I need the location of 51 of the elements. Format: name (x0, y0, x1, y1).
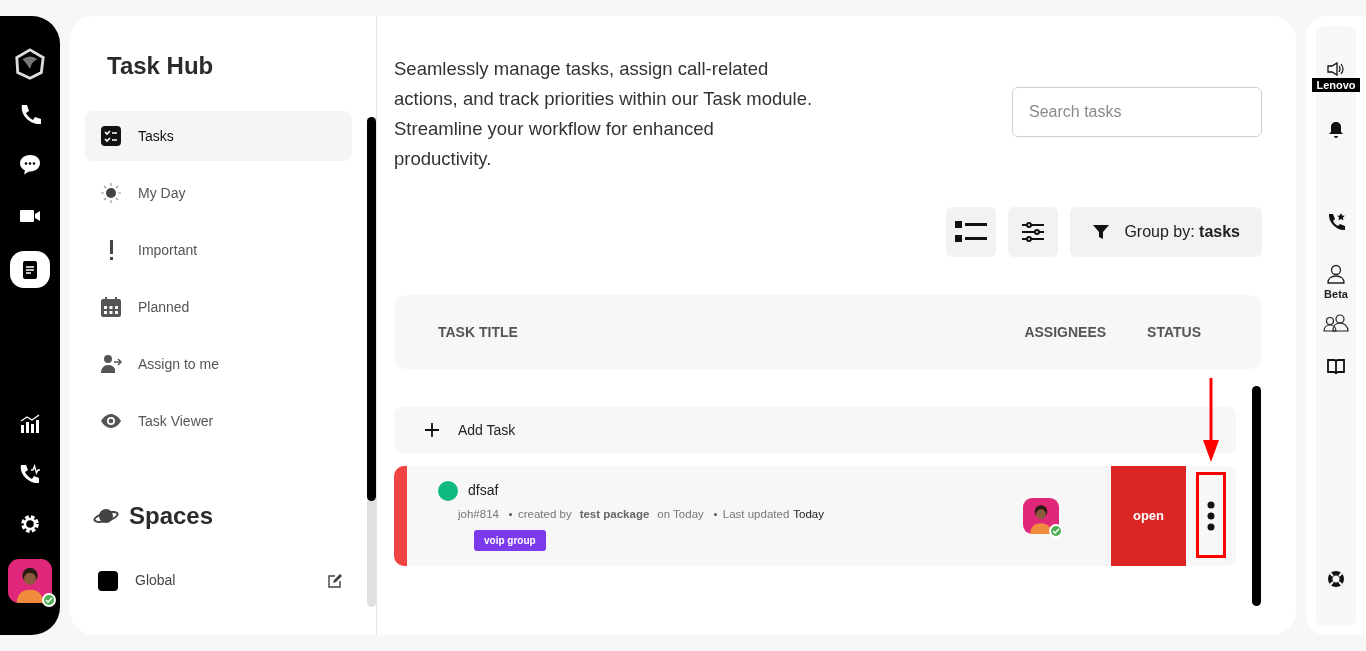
edit-icon[interactable] (328, 573, 342, 588)
device-label: Lenovo (1312, 78, 1360, 92)
rail-nav-button[interactable] (10, 250, 50, 289)
space-item[interactable]: Global (135, 570, 176, 591)
meta-label: on Today (657, 507, 704, 522)
sidebar-item[interactable]: Assign to me (85, 339, 352, 389)
creator-name: test package (579, 507, 650, 522)
column-header: ASSIGNEES (1024, 322, 1107, 342)
search-field[interactable]: Search tasks (1012, 87, 1262, 137)
add-task-button[interactable]: Add Task (394, 407, 1236, 453)
logo-icon (12, 48, 48, 81)
status-badge[interactable]: open (1111, 466, 1186, 566)
column-header: STATUS (1147, 322, 1201, 342)
filter-settings-button[interactable] (1008, 207, 1059, 257)
meta-label: created by (517, 507, 572, 522)
phone-activity-icon (18, 461, 42, 486)
sidebar-title: Task Hub (107, 51, 214, 81)
lifebuoy-icon (1327, 570, 1345, 588)
beta-label: Beta (1324, 287, 1348, 302)
user-icon (1327, 264, 1345, 284)
task-id: joh#814 (458, 507, 499, 522)
user-arrow-icon (100, 353, 122, 375)
column-header: TASK TITLE (438, 322, 518, 342)
bell-icon (1328, 121, 1344, 139)
sun-icon (100, 182, 122, 204)
chart-icon (18, 411, 42, 436)
sidebar-item[interactable]: Planned (85, 282, 352, 332)
updated-value: Today (793, 507, 824, 522)
checklist-icon (100, 125, 122, 147)
list-icon (955, 221, 988, 243)
spaces-title: Spaces (129, 501, 214, 531)
group-by-button[interactable]: Group by: tasks (1070, 207, 1262, 257)
meta-label: Last updated (722, 507, 790, 522)
sidebar-item[interactable]: Task Viewer (85, 396, 352, 446)
book-icon (1327, 358, 1345, 375)
phone-star-icon (1326, 212, 1346, 232)
more-icon (1207, 501, 1215, 531)
filter-icon (1092, 223, 1111, 241)
task-title[interactable]: dfsaf (468, 480, 499, 501)
sidebar-item[interactable]: Important (85, 225, 352, 275)
plus-icon (424, 422, 440, 438)
sliders-icon (1022, 222, 1045, 242)
calendar-icon (100, 296, 122, 318)
users-icon (1323, 313, 1349, 332)
description-text: Seamlessly manage tasks, assign call-related actions, and track priorities within our Task module. Streamline your workflow for enhanced productivity. (394, 57, 814, 171)
sidebar-item[interactable]: Tasks (85, 111, 352, 161)
exclamation-icon (109, 239, 113, 261)
list-view-button[interactable] (946, 207, 997, 257)
speaker-icon (1327, 62, 1345, 76)
group-tag: voip group (474, 530, 546, 552)
sidebar-item[interactable]: My Day (85, 168, 352, 218)
